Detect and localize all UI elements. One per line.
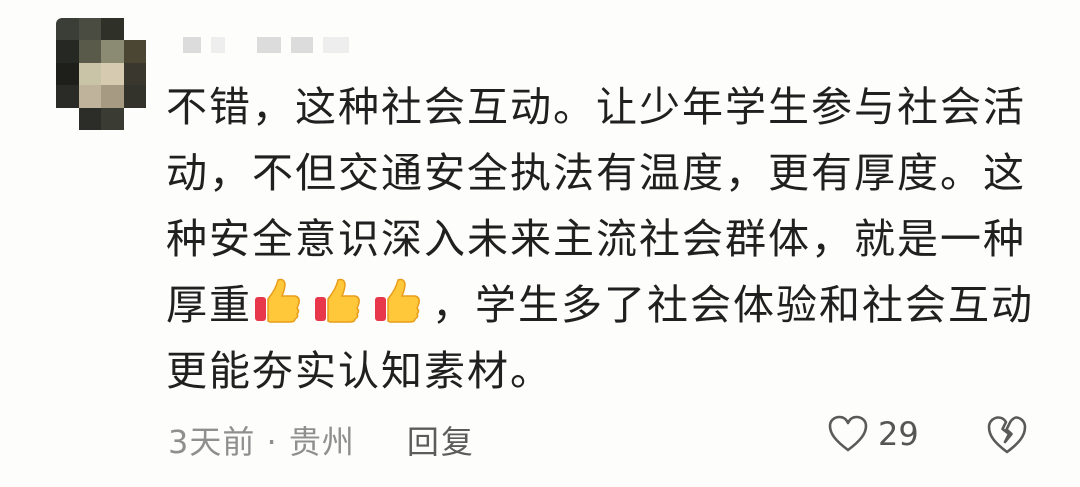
comment-line: 厚重 ，学生多了社会体验和社会互动 xyxy=(166,272,1046,338)
like-button[interactable]: 29 xyxy=(828,415,919,453)
comment-line: 不错，这种社会互动。让少年学生参与社会活 xyxy=(166,83,1026,131)
comment-line-suffix: ，学生多了社会体验和社会互动 xyxy=(432,281,1034,329)
heart-icon xyxy=(828,415,868,452)
comment-line: 种安全意识深入未来主流社会群体，就是一种 xyxy=(166,215,1026,263)
comment-text: 不错，这种社会互动。让少年学生参与社会活 动，不但交通安全执法有温度，更有厚度。… xyxy=(166,74,1046,404)
like-count: 29 xyxy=(878,415,919,453)
thumbs-up-icon xyxy=(315,278,360,323)
broken-heart-icon xyxy=(987,416,1027,454)
dislike-button[interactable] xyxy=(986,415,1028,459)
thumbs-up-icon xyxy=(255,278,300,323)
comment-meta: 3天前 · 贵州 xyxy=(168,423,355,461)
comment-line: 更能夯实认知素材。 xyxy=(166,347,553,395)
thumbs-up-icon xyxy=(375,278,420,323)
comment-line: 动，不但交通安全执法有温度，更有厚度。这 xyxy=(166,149,1026,197)
comment-line-prefix: 厚重 xyxy=(166,281,252,329)
comment-footer: 3天前 · 贵州 回复 29 xyxy=(168,415,1040,465)
reply-button[interactable]: 回复 xyxy=(407,417,475,463)
avatar[interactable] xyxy=(56,18,146,130)
username-obscured[interactable] xyxy=(183,36,349,54)
